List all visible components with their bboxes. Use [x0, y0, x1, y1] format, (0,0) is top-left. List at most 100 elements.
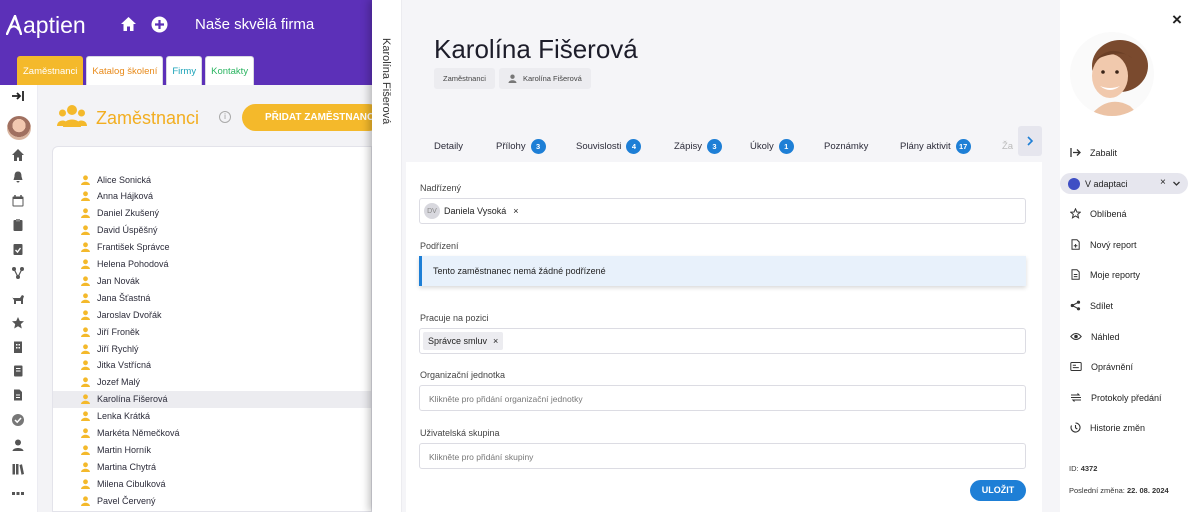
add-circle-icon[interactable]: [151, 16, 168, 33]
employee-list-item[interactable]: David Úspěšný: [53, 222, 371, 239]
company-name[interactable]: Naše skvělá firma: [195, 16, 314, 33]
tabs-scroll-right-button[interactable]: [1018, 126, 1042, 156]
building-icon[interactable]: [11, 340, 25, 354]
org-unit-field[interactable]: Klikněte pro přidání organizační jednotk…: [419, 385, 1026, 411]
remove-supervisor-icon[interactable]: ×: [513, 206, 518, 216]
home-icon[interactable]: [11, 148, 25, 162]
tab-kontakty[interactable]: Kontakty: [205, 56, 255, 85]
tab-poznamky[interactable]: Poznámky: [824, 132, 868, 160]
tab-plany-aktivit[interactable]: Plány aktivit 17: [900, 132, 971, 160]
chevron-down-icon[interactable]: [1172, 179, 1181, 188]
id-value: 4372: [1080, 464, 1098, 473]
panel-collapse-strip[interactable]: Karolína Fišerová: [372, 0, 402, 512]
last-change: Poslední změna: 22. 08. 2024: [1069, 486, 1169, 495]
employee-list-item[interactable]: Jan Novák: [53, 272, 371, 289]
expand-menu-icon[interactable]: [11, 89, 25, 103]
profile-photo-image: [1070, 32, 1154, 116]
eye-icon: [1070, 333, 1082, 340]
last-change-label: Poslední změna:: [1069, 486, 1125, 495]
employee-list-item[interactable]: Jitka Vstřícná: [53, 357, 371, 374]
people-icon: [57, 105, 87, 127]
my-reports-action[interactable]: Moje reporty: [1070, 269, 1140, 280]
person-icon: [81, 377, 90, 388]
document-icon[interactable]: [11, 388, 25, 402]
record-id: ID: 4372: [1069, 464, 1097, 473]
calendar-icon[interactable]: [11, 194, 25, 208]
home-icon[interactable]: [120, 16, 137, 32]
new-report-action[interactable]: Nový report: [1070, 239, 1137, 250]
remove-position-icon[interactable]: ×: [493, 336, 498, 346]
nadrizeny-label: Nadřízený: [420, 183, 462, 193]
logo[interactable]: aptien: [6, 12, 86, 38]
tab-katalog-skoleni[interactable]: Katalog školení: [86, 56, 164, 85]
employee-list-item[interactable]: Jiří Rychlý: [53, 340, 371, 357]
book-icon[interactable]: [11, 364, 25, 378]
handover-icon: [1071, 393, 1081, 402]
tab-ukoly[interactable]: Úkoly 1: [750, 132, 794, 160]
status-select[interactable]: V adaptaci ×: [1060, 173, 1188, 194]
bell-icon[interactable]: [11, 170, 25, 184]
favorite-action[interactable]: Oblíbená: [1070, 208, 1127, 219]
tab-zapisy[interactable]: Zápisy 3: [674, 132, 722, 160]
pozice-field[interactable]: Správce smluv ×: [419, 328, 1026, 354]
breadcrumb-zamestnanci[interactable]: Zaměstnanci: [434, 68, 495, 89]
close-icon[interactable]: ×: [1172, 10, 1182, 30]
apps-grid-icon[interactable]: [11, 487, 25, 501]
permissions-action[interactable]: Oprávnění: [1070, 361, 1133, 372]
employee-list-item[interactable]: František Správce: [53, 239, 371, 256]
user-group-field[interactable]: Klikněte pro přidání skupiny: [419, 443, 1026, 469]
employee-list-item[interactable]: Jiří Froněk: [53, 323, 371, 340]
tab-souvislosti[interactable]: Souvislosti 4: [576, 132, 642, 160]
share-action[interactable]: Sdílet: [1070, 300, 1113, 311]
employee-name: Alice Sonická: [97, 174, 152, 185]
breadcrumb-employee[interactable]: Karolína Fišerová: [499, 68, 591, 89]
library-icon[interactable]: [11, 462, 25, 476]
save-button[interactable]: ULOŽIT: [970, 480, 1026, 501]
employee-list-item[interactable]: Anna Hájková: [53, 188, 371, 205]
tab-firmy[interactable]: Firmy: [166, 56, 203, 85]
logo-mark-icon: [6, 15, 22, 35]
tab-prilohy[interactable]: Přílohy 3: [496, 132, 546, 160]
clipboard-icon[interactable]: [11, 218, 25, 232]
employee-list-item[interactable]: Alice Sonická: [53, 171, 371, 188]
dog-icon[interactable]: [11, 292, 25, 306]
employee-list-item[interactable]: Jaroslav Dvořák: [53, 306, 371, 323]
employee-list-item[interactable]: Daniel Zkušený: [53, 205, 371, 222]
employee-list-item[interactable]: Jana Šťastná: [53, 289, 371, 306]
employee-name: Jitka Vstřícná: [97, 360, 152, 371]
person-icon: [81, 343, 90, 354]
handover-action[interactable]: Protokoly předání: [1070, 392, 1162, 403]
avatar[interactable]: [7, 116, 31, 140]
employee-name: David Úspěšný: [97, 225, 158, 236]
history-action[interactable]: Historie změn: [1070, 422, 1145, 433]
employee-list-item[interactable]: Jozef Malý: [53, 374, 371, 391]
nadrizeny-field[interactable]: DV Daniela Vysoká ×: [419, 198, 1026, 224]
employee-list-item[interactable]: Markéta Němečková: [53, 425, 371, 442]
employee-name: Jozef Malý: [97, 377, 141, 388]
star-icon[interactable]: [11, 316, 25, 330]
collapse-action[interactable]: Zabalit: [1070, 147, 1117, 158]
clipboard-check-icon[interactable]: [11, 242, 25, 256]
person-icon: [81, 360, 90, 371]
clear-status-icon[interactable]: ×: [1160, 177, 1166, 188]
employee-list-item[interactable]: Martina Chytrá: [53, 458, 371, 475]
employee-list-item[interactable]: Milena Cibulková: [53, 475, 371, 492]
employee-list-item[interactable]: Helena Pohodová: [53, 256, 371, 273]
tab-partial[interactable]: Ža: [1002, 132, 1013, 160]
employee-list-item[interactable]: Lenka Krátká: [53, 408, 371, 425]
info-icon[interactable]: i: [219, 111, 231, 123]
employee-name: Markéta Němečková: [97, 428, 180, 438]
tab-detaily[interactable]: Detaily: [434, 132, 463, 160]
tab-zamestnanci[interactable]: Zaměstnanci: [17, 56, 84, 85]
employee-name: Jan Novák: [97, 275, 140, 286]
top-bar: aptien Naše skvělá firma Zaměstnanci Kat…: [0, 0, 372, 85]
preview-action[interactable]: Náhled: [1070, 331, 1120, 342]
user-icon[interactable]: [11, 438, 25, 452]
employee-list-item[interactable]: Pavel Červený: [53, 492, 371, 509]
add-employee-button[interactable]: PŘIDAT ZAMĚSTNANCE: [242, 104, 382, 131]
employee-list-item[interactable]: Karolína Fišerová: [53, 390, 371, 408]
network-icon[interactable]: [11, 266, 25, 280]
status-color-dot: [1068, 177, 1080, 190]
employee-list-item[interactable]: Martin Horník: [53, 441, 371, 458]
check-circle-icon[interactable]: [11, 413, 25, 427]
